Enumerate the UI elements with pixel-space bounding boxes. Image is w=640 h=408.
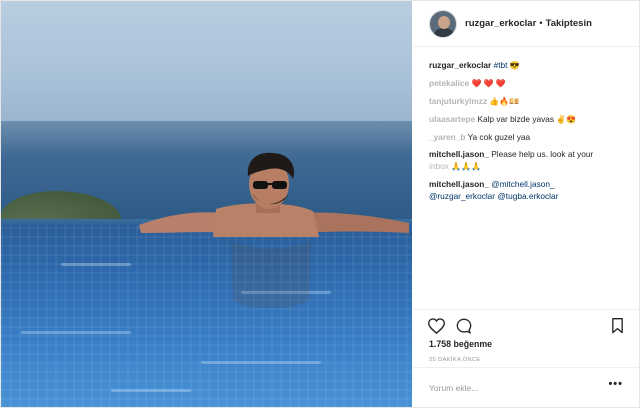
comment-username[interactable]: tanjuturkylmzz bbox=[429, 96, 487, 106]
more-options-icon[interactable]: ••• bbox=[608, 378, 623, 390]
instagram-post: ruzgar_erkoclar • Takiptesin ruzgar_erko… bbox=[0, 0, 640, 408]
comment-text: Kalp var bizde yavas bbox=[477, 114, 554, 124]
photo-person bbox=[139, 152, 409, 309]
header-separator: • bbox=[539, 18, 543, 29]
pray-emoji: 🙏🙏🙏 bbox=[451, 162, 482, 171]
hashtag-link[interactable]: #tbt bbox=[494, 60, 508, 70]
mention-link[interactable]: @ruzgar_erkoclar @tugba.erkoclar bbox=[429, 191, 558, 201]
add-comment-bar: Yorum ekle... ••• bbox=[413, 367, 639, 407]
comment: mitchell.jason_ Please help us. look at … bbox=[429, 148, 629, 173]
post-header: ruzgar_erkoclar • Takiptesin bbox=[413, 1, 639, 47]
post-photo[interactable] bbox=[1, 1, 412, 407]
comment-text: Please help us. look at your bbox=[491, 149, 594, 159]
comment-username[interactable]: mitchell.jason_ bbox=[429, 179, 489, 189]
comment-username[interactable]: _yaren_b bbox=[429, 132, 465, 142]
post-timestamp[interactable]: 25 DAKİKA ÖNCE bbox=[429, 357, 481, 363]
comment: ulaasartepe Kalp var bizde yavas ✌️😍 bbox=[429, 113, 629, 126]
caption: ruzgar_erkoclar #tbt 😎 bbox=[429, 59, 629, 72]
victory-heart-eyes-emoji: ✌️😍 bbox=[556, 115, 577, 124]
likes-count[interactable]: 1.758 beğenme bbox=[429, 339, 492, 349]
comment-text: Ya cok guzel yaa bbox=[467, 132, 531, 142]
mention-link[interactable]: @mitchell.jason_ bbox=[491, 179, 554, 189]
comment: petekalice ❤️ ❤️ ❤️ bbox=[429, 77, 629, 90]
comments-list: ruzgar_erkoclar #tbt 😎 petekalice ❤️ ❤️ … bbox=[429, 59, 629, 207]
comment-icon[interactable] bbox=[456, 318, 472, 334]
post-side-panel: ruzgar_erkoclar • Takiptesin ruzgar_erko… bbox=[413, 1, 639, 407]
avatar-face bbox=[438, 15, 450, 29]
comment-username[interactable]: mitchell.jason_ bbox=[429, 149, 489, 159]
comment: _yaren_b Ya cok guzel yaa bbox=[429, 131, 629, 143]
sunglasses-emoji: 😎 bbox=[509, 61, 520, 70]
follow-status[interactable]: Takiptesin bbox=[546, 18, 592, 29]
hearts-emoji: ❤️ ❤️ ❤️ bbox=[471, 79, 506, 88]
comment: tanjuturkylmzz 👍🔥💴 bbox=[429, 95, 629, 108]
comment-username[interactable]: ulaasartepe bbox=[429, 114, 475, 124]
comment-input[interactable]: Yorum ekle... bbox=[429, 383, 478, 393]
comment-username[interactable]: ruzgar_erkoclar bbox=[429, 60, 491, 70]
heart-icon[interactable] bbox=[428, 318, 445, 334]
comment-text: inbox bbox=[429, 161, 449, 171]
thumbs-fire-money-emoji: 👍🔥💴 bbox=[489, 97, 520, 106]
header-username[interactable]: ruzgar_erkoclar bbox=[465, 18, 536, 29]
bookmark-icon[interactable] bbox=[611, 318, 624, 334]
avatar-body bbox=[433, 27, 455, 37]
avatar[interactable] bbox=[429, 9, 457, 38]
comment: mitchell.jason_ @mitchell.jason_ @ruzgar… bbox=[429, 178, 629, 202]
comment-username[interactable]: petekalice bbox=[429, 78, 469, 88]
